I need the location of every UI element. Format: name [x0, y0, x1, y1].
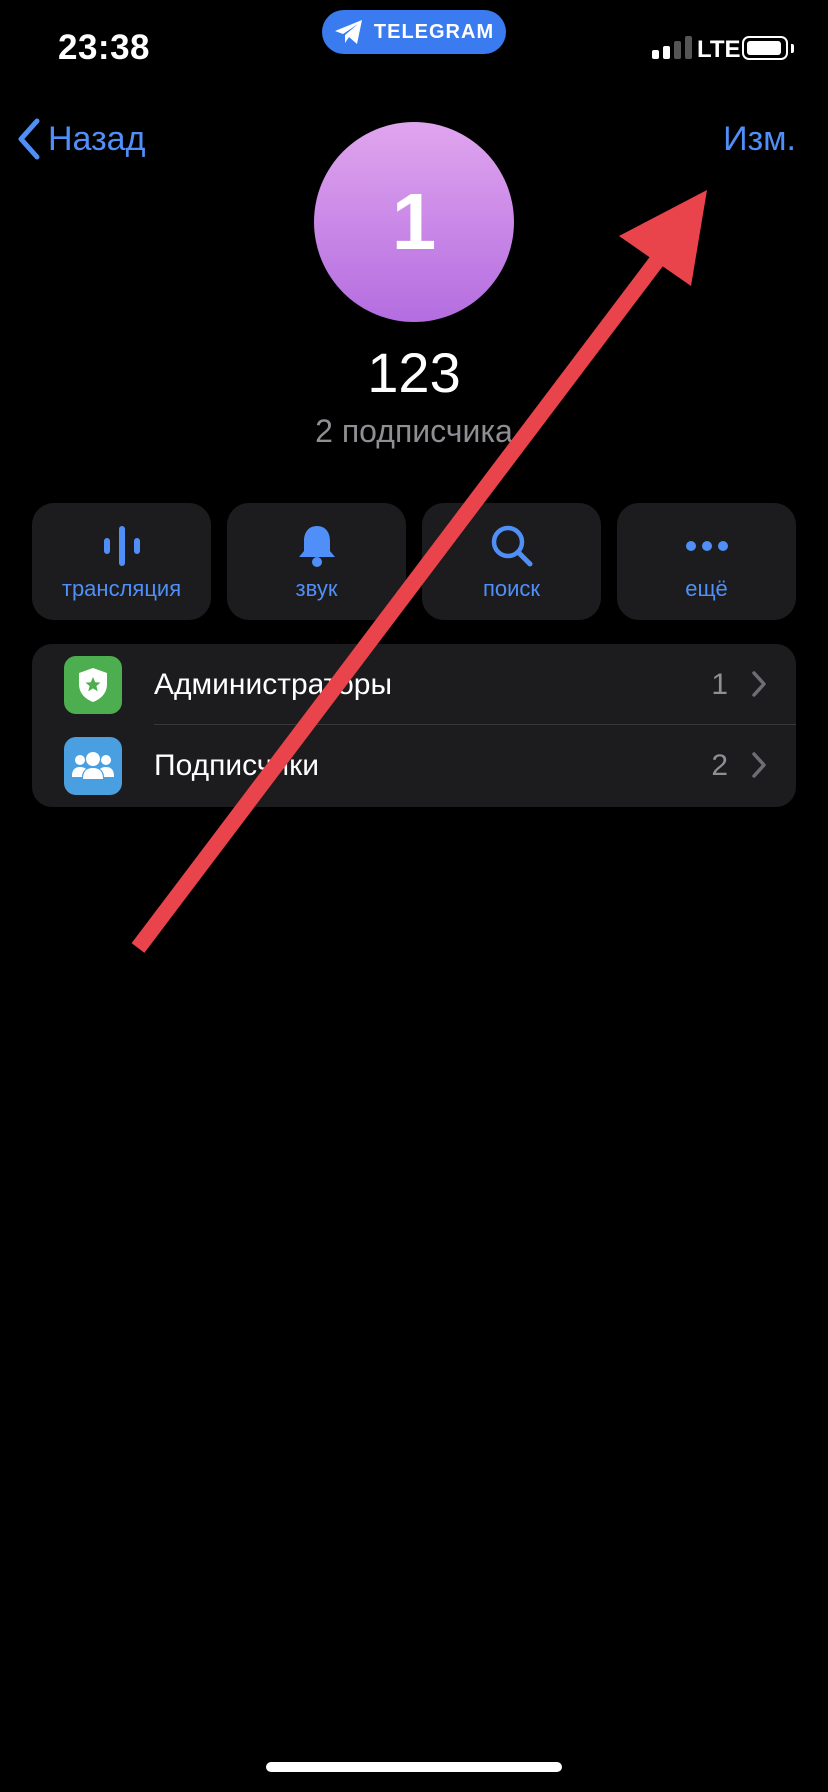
subscribers-icon-tile [64, 737, 122, 795]
subscribers-count: 2 [711, 749, 728, 782]
annotation-arrow-head [619, 190, 707, 286]
search-button[interactable]: поиск [422, 503, 601, 620]
mute-label: звук [295, 575, 338, 601]
people-icon [72, 752, 114, 779]
administrators-label: Администраторы [154, 668, 393, 701]
telegram-return-pill[interactable]: TELEGRAM [322, 10, 506, 54]
action-bar: трансляция звук поиск ещё [32, 503, 796, 620]
more-dots-icon [685, 540, 728, 551]
chevron-right-icon [752, 671, 766, 697]
list-item-administrators[interactable]: Администраторы 1 [32, 644, 796, 725]
chevron-left-icon [18, 118, 40, 160]
channel-avatar[interactable]: 1 [314, 122, 514, 322]
avatar-letter: 1 [391, 177, 437, 266]
admin-icon-tile [64, 656, 122, 714]
admin-badge-icon [79, 668, 107, 702]
back-button[interactable]: Назад [16, 118, 145, 160]
network-type: LTE [697, 36, 741, 63]
mute-button[interactable]: звук [227, 503, 406, 620]
search-icon [491, 525, 532, 566]
list-item-subscribers[interactable]: Подписчики 2 [32, 725, 796, 806]
battery-tip [791, 44, 794, 53]
more-label: ещё [685, 575, 728, 601]
subscriber-count: 2 подписчика [315, 413, 513, 449]
channel-info-list: Администраторы 1 Подписчики 2 [32, 644, 796, 807]
chevron-right-icon [752, 752, 766, 778]
edit-button[interactable]: Изм. [723, 120, 796, 159]
voice-chat-button[interactable]: трансляция [32, 503, 211, 620]
telegram-plane-icon [334, 20, 362, 44]
telegram-pill-label: TELEGRAM [373, 20, 495, 43]
battery-icon [742, 36, 788, 60]
status-time: 23:38 [58, 28, 151, 67]
voice-chat-label: трансляция [61, 575, 182, 601]
subscribers-label: Подписчики [154, 749, 320, 782]
search-label: поиск [482, 575, 541, 601]
voice-chat-icon [103, 525, 140, 566]
more-button[interactable]: ещё [617, 503, 796, 620]
signal-strength-icon [652, 36, 692, 59]
channel-name: 123 [367, 341, 461, 404]
administrators-count: 1 [711, 668, 728, 701]
home-indicator[interactable] [266, 1762, 562, 1772]
back-label: Назад [48, 119, 146, 158]
bell-icon [298, 525, 335, 567]
